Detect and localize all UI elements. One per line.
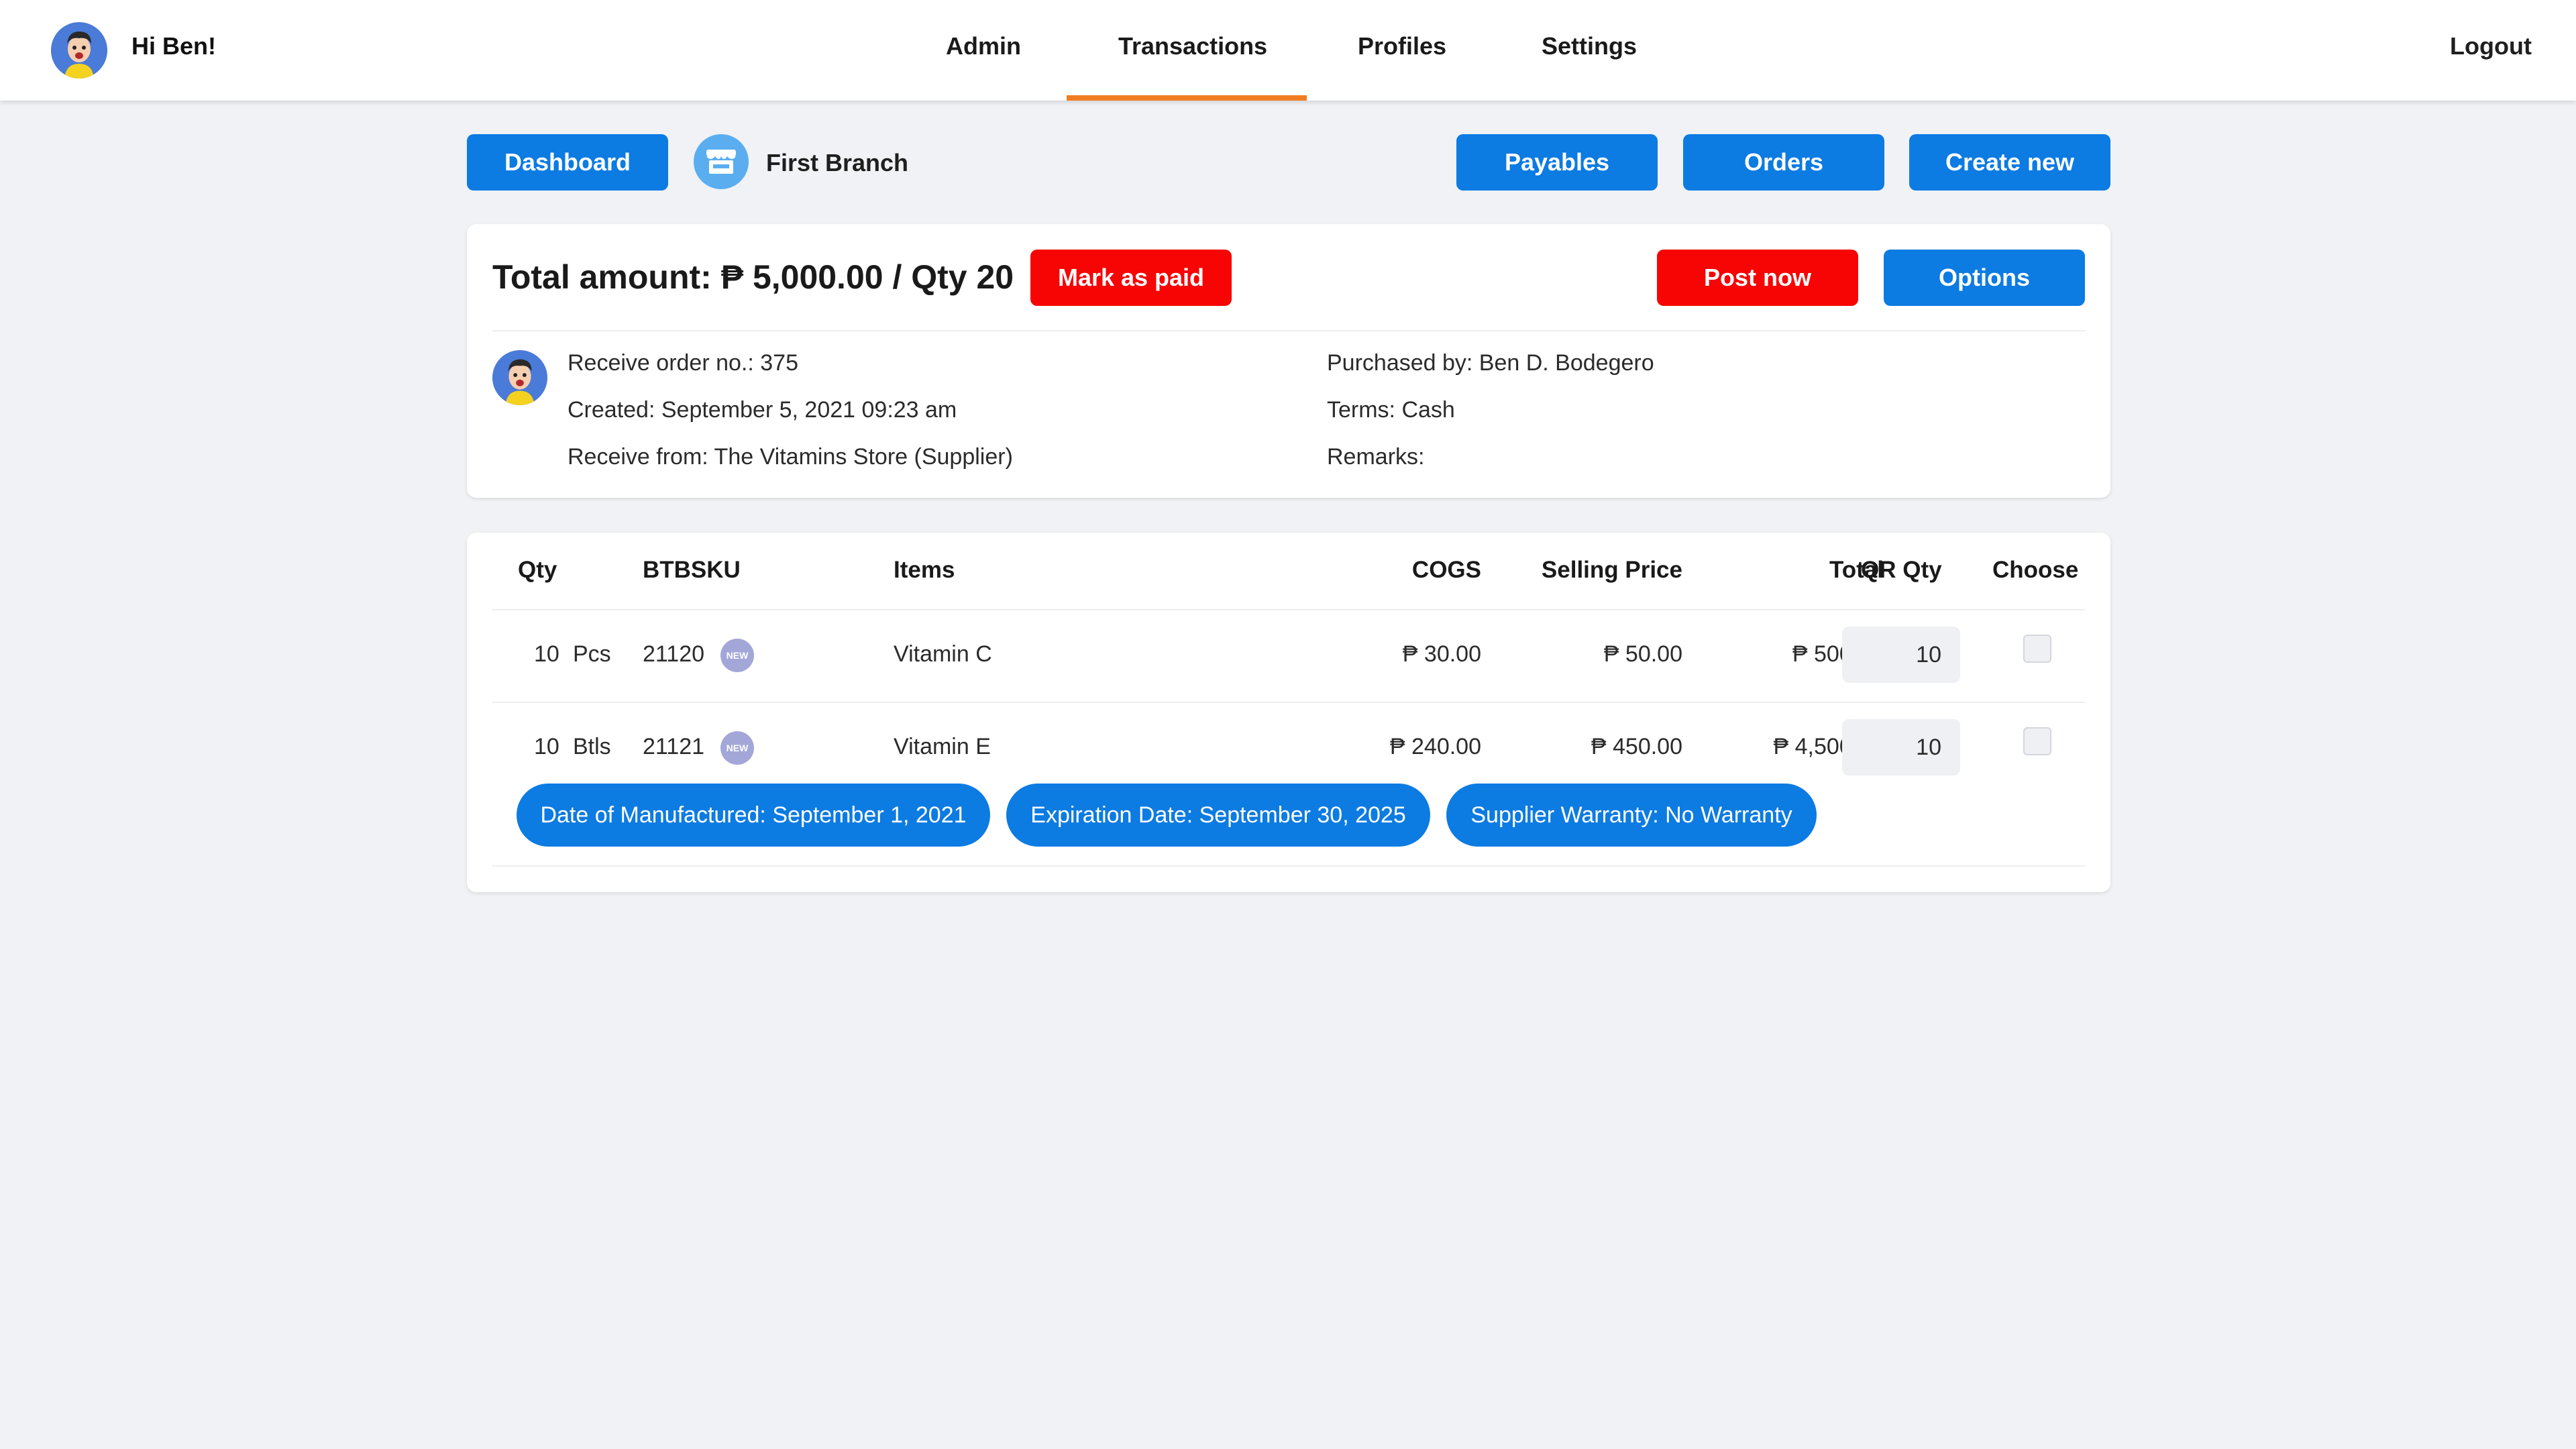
row-unit: Btls <box>573 734 611 759</box>
created-date: Created: September 5, 2021 09:23 am <box>568 397 957 423</box>
qr-qty-input[interactable] <box>1842 627 1960 683</box>
user-avatar[interactable] <box>51 22 107 78</box>
new-badge: NEW <box>720 639 754 672</box>
expiration-date-pill[interactable]: Expiration Date: September 30, 2025 <box>1006 784 1430 847</box>
row-sku: 21120 <box>643 641 705 667</box>
column-header-total: Total <box>1829 557 1884 583</box>
new-badge: NEW <box>720 731 754 765</box>
receive-from: Receive from: The Vitamins Store (Suppli… <box>568 444 1013 470</box>
post-now-button[interactable]: Post now <box>1657 250 1858 306</box>
row-divider <box>492 702 2085 703</box>
column-header-qr-qty: QR Qty <box>1861 557 1942 583</box>
row-selling-price: ₱ 450.00 <box>1591 734 1682 759</box>
dashboard-button[interactable]: Dashboard <box>467 134 668 191</box>
options-button[interactable]: Options <box>1884 250 2085 306</box>
create-new-button[interactable]: Create new <box>1909 134 2110 191</box>
nav-transactions[interactable]: Transactions <box>1118 32 1267 60</box>
column-header-sku: BTBSKU <box>643 557 741 583</box>
choose-checkbox[interactable] <box>2023 635 2051 663</box>
column-header-qty: Qty <box>518 557 557 583</box>
top-navbar: Hi Ben! Admin Transactions Profiles Sett… <box>0 0 2576 101</box>
orders-button[interactable]: Orders <box>1683 134 1884 191</box>
greeting-text: Hi Ben! <box>131 32 216 60</box>
branch-name[interactable]: First Branch <box>766 149 908 177</box>
row-cogs: ₱ 30.00 <box>1402 641 1481 667</box>
column-header-items: Items <box>894 557 955 583</box>
receive-order-number: Receive order no.: 375 <box>568 350 798 376</box>
purchaser-avatar <box>492 350 547 405</box>
nav-profiles[interactable]: Profiles <box>1358 32 1446 60</box>
nav-settings[interactable]: Settings <box>1542 32 1637 60</box>
total-amount: Total amount: ₱ 5,000.00 / Qty 20 <box>492 258 1014 296</box>
purchased-by: Purchased by: Ben D. Bodegero <box>1327 350 1654 376</box>
column-header-selling-price: Selling Price <box>1541 557 1682 583</box>
row-item-name: Vitamin E <box>894 734 991 759</box>
items-table-card: Qty BTBSKU Items COGS Selling Price Tota… <box>467 533 2110 892</box>
manufacture-date-pill[interactable]: Date of Manufactured: September 1, 2021 <box>517 784 990 847</box>
nav-admin[interactable]: Admin <box>946 32 1021 60</box>
supplier-warranty-pill[interactable]: Supplier Warranty: No Warranty <box>1446 784 1817 847</box>
logout-link[interactable]: Logout <box>2450 32 2532 60</box>
header-divider <box>492 609 2085 610</box>
qr-qty-input[interactable] <box>1842 719 1960 775</box>
order-summary-card: Total amount: ₱ 5,000.00 / Qty 20 Mark a… <box>467 224 2110 498</box>
row-divider <box>492 865 2085 867</box>
active-nav-indicator <box>1067 95 1307 101</box>
column-header-choose: Choose <box>1992 557 2079 583</box>
row-qty: 10 <box>534 641 559 667</box>
store-icon <box>694 134 749 189</box>
row-cogs: ₱ 240.00 <box>1389 734 1481 759</box>
row-sku: 21121 <box>643 734 705 759</box>
payables-button[interactable]: Payables <box>1456 134 1658 191</box>
row-selling-price: ₱ 50.00 <box>1603 641 1682 667</box>
summary-divider <box>492 330 2085 331</box>
mark-as-paid-button[interactable]: Mark as paid <box>1030 250 1232 306</box>
row-unit: Pcs <box>573 641 611 667</box>
choose-checkbox[interactable] <box>2023 727 2051 755</box>
column-header-cogs: COGS <box>1411 557 1481 583</box>
row-item-name: Vitamin C <box>894 641 992 667</box>
row-qty: 10 <box>534 734 559 759</box>
remarks: Remarks: <box>1327 444 1425 470</box>
payment-terms: Terms: Cash <box>1327 397 1455 423</box>
